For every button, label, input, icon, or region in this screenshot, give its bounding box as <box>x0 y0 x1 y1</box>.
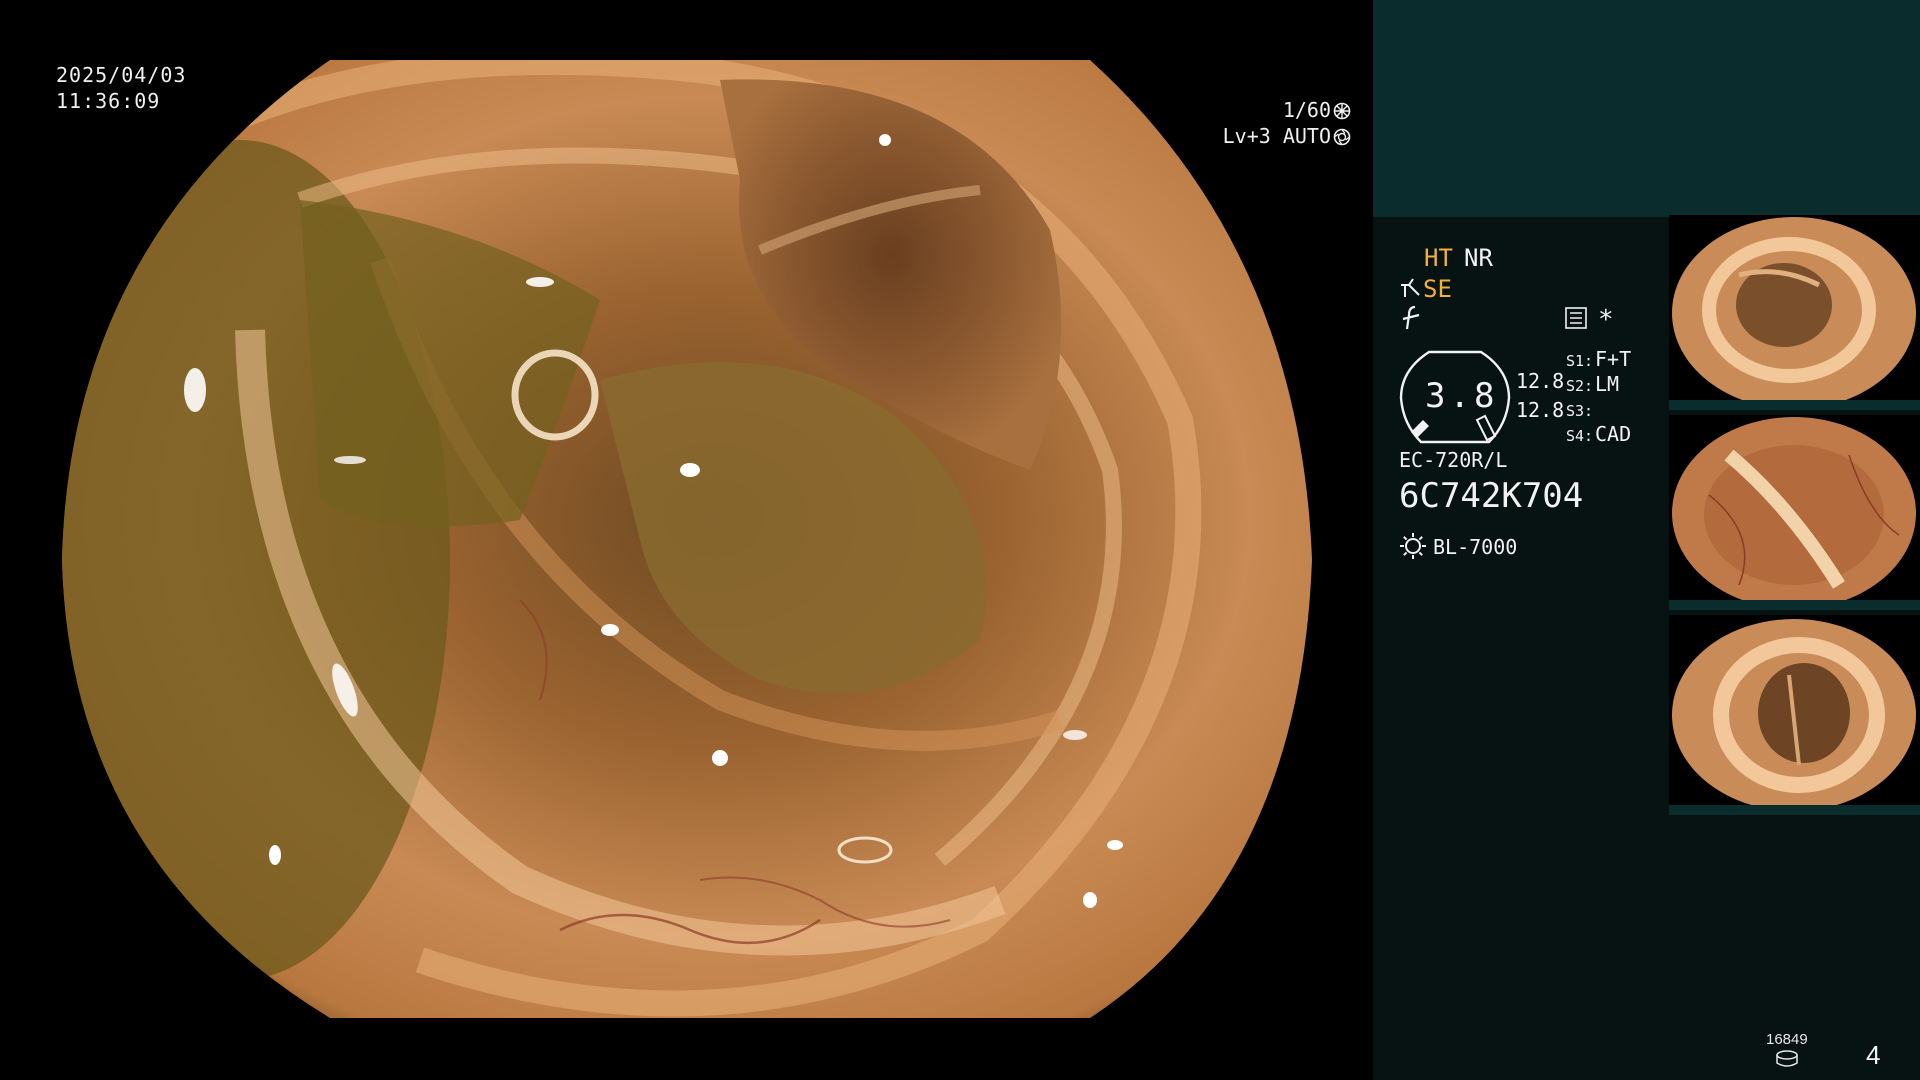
slot-2-value: LM <box>1595 372 1620 396</box>
thumbnail-image <box>1669 215 1920 410</box>
endoscope-view: 2025/04/03 11:36:09 1/60 Lv+3 AUTO <box>0 0 1373 1080</box>
star-indicator: * <box>1598 305 1614 335</box>
datetime-stamp: 2025/04/03 11:36:09 <box>56 62 186 114</box>
capture-thumbnail-3[interactable] <box>1669 615 1920 815</box>
light-source-icon <box>1400 533 1426 559</box>
ht-indicator: HT <box>1424 244 1453 272</box>
reading-b: 12.8 <box>1516 398 1565 422</box>
slot-1-value: F+T <box>1595 347 1632 371</box>
time-label: 11:36:09 <box>56 89 161 113</box>
reading-a: 12.8 <box>1516 369 1565 393</box>
thumbnail-image <box>1669 415 1920 610</box>
database-icon <box>1776 1050 1798 1067</box>
scope-serial: 6C742K704 <box>1399 476 1584 516</box>
capture-thumbnail-1[interactable] <box>1669 215 1920 410</box>
panel-header <box>1373 0 1920 217</box>
iris-row: Lv+3 AUTO <box>1223 123 1351 149</box>
se-label: SE <box>1423 275 1452 303</box>
scope-model: EC-720R/L <box>1399 448 1508 472</box>
slot-4-key: S4: <box>1566 427 1594 445</box>
nr-indicator: NR <box>1464 244 1493 272</box>
menu-list-icon <box>1565 307 1587 329</box>
gauge-value: 3.8 <box>1425 376 1499 416</box>
date-label: 2025/04/03 <box>56 63 187 87</box>
slot-3-key: S3: <box>1566 402 1594 420</box>
iris-icon <box>1333 128 1351 146</box>
exposure-info: 1/60 Lv+3 AUTO <box>1223 97 1351 149</box>
endoscope-image <box>0 0 1373 1080</box>
shutter-row: 1/60 <box>1223 97 1351 123</box>
image-counter: 16849 <box>1766 1031 1808 1048</box>
se-indicator: SE <box>1399 275 1452 303</box>
se-enhance-icon <box>1401 278 1420 297</box>
level-label: Lv+3 <box>1222 124 1271 148</box>
shutter-speed: 1/60 <box>1282 98 1331 122</box>
capture-thumbnail-2[interactable] <box>1669 415 1920 610</box>
slot-4-value: CAD <box>1595 422 1632 446</box>
slot-2-key: S2: <box>1566 377 1594 395</box>
slot-1-key: S1: <box>1566 352 1594 370</box>
light-source-label: BL-7000 <box>1433 535 1518 559</box>
page-number: 4 <box>1866 1040 1881 1070</box>
thumbnail-image <box>1669 615 1920 815</box>
iris-mode: AUTO <box>1282 124 1331 148</box>
f-symbol-icon <box>1402 305 1420 330</box>
shutter-icon <box>1333 102 1351 120</box>
light-source-row: BL-7000 <box>1399 532 1517 561</box>
